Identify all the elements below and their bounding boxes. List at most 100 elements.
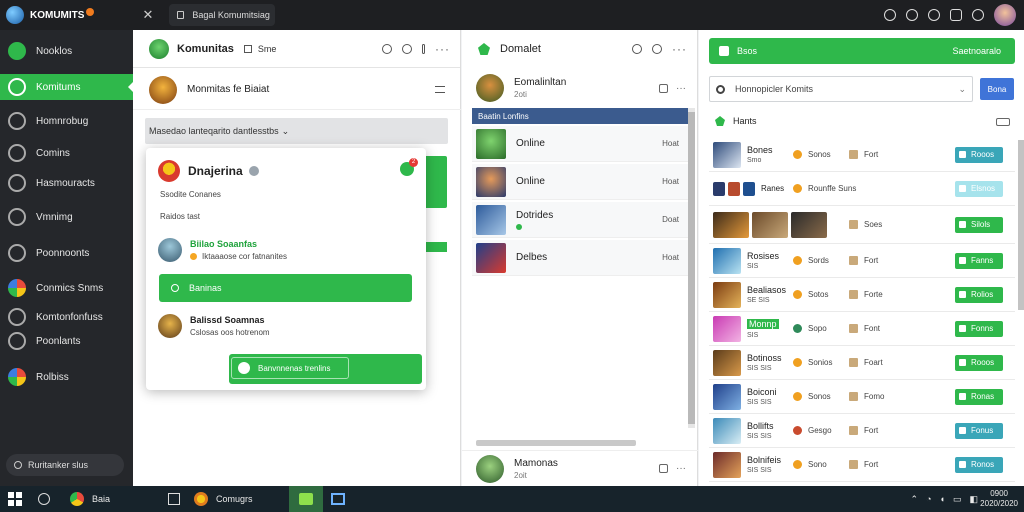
battery-icon[interactable]: ▭ [953, 494, 962, 505]
chat-icon[interactable] [950, 9, 962, 21]
table-row[interactable]: Ranes Rounffe Suns Elsnos [709, 172, 1015, 206]
vertical-scrollbar[interactable] [1018, 140, 1024, 310]
join-button[interactable]: Fanns [955, 252, 1003, 269]
taskbar-app-browser[interactable]: Baia [62, 486, 118, 512]
clock[interactable]: 0900 2020/2020 [980, 489, 1018, 509]
horizontal-scrollbar[interactable] [476, 440, 636, 446]
more-icon[interactable]: ··· [672, 42, 687, 56]
network-icon[interactable]: ◔ [926, 494, 931, 504]
join-button[interactable]: Fonns [955, 320, 1003, 337]
game-category: Sonos [808, 150, 831, 159]
join-button[interactable]: Rooos [955, 354, 1003, 371]
sidebar-item-points[interactable]: Poonnoonts [0, 240, 133, 266]
table-row[interactable]: Bolnifeis SIS SIS Sono Fort Ronos [709, 448, 1015, 482]
list-item[interactable]: Dotrides Doat [472, 202, 689, 238]
green-button-edge[interactable] [423, 156, 447, 208]
sidebar-item-homepage[interactable]: Homnrobug [0, 108, 133, 134]
browser-tab[interactable]: Bagal Komumitsiag [169, 4, 276, 26]
chevron-up-icon[interactable]: ⌃ [911, 494, 919, 505]
link-icon[interactable] [928, 9, 940, 21]
games-header-bar[interactable]: Bsos Saetnoaralo [709, 38, 1015, 64]
user-avatar[interactable] [994, 4, 1016, 26]
title-bar: KOMUMITS ✕ Bagal Komumitsiag [0, 0, 1024, 30]
sidebar-item-viewing[interactable]: Vmnimg [0, 204, 133, 230]
scrollbar-thumb[interactable] [688, 112, 695, 424]
join-button[interactable]: Ronas [955, 388, 1003, 405]
close-tab-icon[interactable]: ✕ [142, 7, 153, 23]
join-button[interactable]: Ronos [955, 456, 1003, 473]
join-button[interactable]: Elsnos [955, 180, 1003, 197]
taskbar-app-window[interactable] [323, 486, 353, 512]
sidebar-item-conferences[interactable]: Komtonfonfuss [0, 304, 133, 330]
search-button[interactable]: Baninas [159, 274, 412, 302]
sidebar-search[interactable]: Ruritanker slus [6, 454, 124, 476]
notification-icon[interactable]: 2 [400, 158, 418, 176]
member-row[interactable]: Balissd Soamnas Cslosas oos hotrenom [158, 314, 270, 338]
vertical-scrollbar[interactable] [688, 108, 695, 428]
list-item[interactable]: Online Hoat [472, 126, 689, 162]
window-icon [330, 493, 345, 505]
game-thumbnails [713, 211, 827, 238]
square-icon[interactable] [659, 83, 668, 93]
notification-icon[interactable] [972, 9, 984, 21]
search-button[interactable]: Bona [980, 78, 1014, 100]
join-button[interactable]: Rooos [955, 146, 1003, 163]
table-row[interactable]: Soes Silols [709, 206, 1015, 244]
sidebar-item-comic-series[interactable]: Conmics Snms [0, 275, 133, 301]
join-button[interactable]: Fonus [955, 422, 1003, 439]
table-row[interactable]: Rosises SIS Sords Fort Fanns [709, 244, 1015, 278]
sidebar-item-news[interactable]: Nooklos [0, 38, 133, 64]
sidebar-item-resources[interactable]: Hasmouracts [0, 170, 133, 196]
member-row[interactable]: Eomalinltan 2oti ··· [462, 70, 698, 106]
send-message-button[interactable]: Banvnnenas trenlins [229, 354, 422, 384]
task-view-icon[interactable] [168, 493, 181, 505]
list-item[interactable]: Online Hoat [472, 164, 689, 200]
table-row[interactable]: Boiconi SIS SIS Sonos Fomo Ronas [709, 380, 1015, 414]
join-button[interactable]: Rolios [955, 286, 1003, 303]
volume-icon[interactable]: ◖ [940, 494, 945, 504]
taskbar-app-communities[interactable]: Comugrs [186, 486, 261, 512]
table-row[interactable]: Monnp SIS Sopo Font Fonns [709, 312, 1015, 346]
table-row[interactable]: Bones Smo Sonos Fort Rooos [709, 138, 1015, 172]
search-input[interactable]: Honnopicler Komits ⌄ [709, 76, 973, 102]
list-item[interactable]: Delbes Hoat [472, 240, 689, 276]
start-icon[interactable] [8, 492, 22, 506]
sidebar-item-communities[interactable]: Komitums [0, 74, 133, 100]
table-row[interactable]: Bollifts SIS SIS Gesgo Fort Fonus [709, 414, 1015, 448]
home-icon[interactable] [906, 9, 918, 21]
game-sub: SIS SIS [747, 399, 772, 406]
language-icon[interactable]: ◧ [969, 494, 978, 505]
view-toggle-icon[interactable] [996, 118, 1010, 126]
more-icon[interactable]: ··· [435, 42, 450, 56]
member-row[interactable]: Biilao Soaanfas Iktaaaose cor fatnanites [158, 238, 287, 262]
join-icon [959, 257, 966, 264]
game-thumbnail [713, 349, 741, 376]
more-icon[interactable]: ··· [676, 83, 686, 94]
mode-icon [849, 358, 858, 367]
sidebar-item-comics[interactable]: Comins [0, 140, 133, 166]
clock-icon[interactable] [884, 9, 896, 21]
info-icon[interactable] [422, 43, 425, 54]
sidebar-item-label: Vmnimg [36, 211, 73, 223]
member-name: Mamonas [514, 457, 558, 469]
menu-icon[interactable] [435, 86, 445, 93]
sidebar-item-plants[interactable]: Poonlants [0, 328, 133, 354]
chat-row[interactable]: Monmitas fe Biaiat [133, 70, 461, 110]
filter-dropdown[interactable]: Masedao lanteqarito dantlesstbs ⌄ [145, 118, 448, 144]
green-button-edge[interactable] [423, 242, 447, 252]
table-row[interactable]: Bealiasos SE SIS Sotos Forte Rolios [709, 278, 1015, 312]
more-icon[interactable]: ··· [676, 463, 686, 474]
link-icon[interactable] [632, 44, 642, 54]
table-row[interactable]: Botinoss SIS SIS Sonios Foart Rooos [709, 346, 1015, 380]
search-icon[interactable] [38, 493, 50, 505]
sidebar-item-roblox[interactable]: Rolbiss [0, 364, 133, 390]
clock-icon[interactable] [652, 44, 662, 54]
join-button[interactable]: Silols [955, 216, 1003, 233]
members-header: Domalet ··· [462, 30, 697, 68]
game-thumbnail [713, 383, 741, 410]
square-icon[interactable] [659, 464, 668, 473]
taskbar-app-game[interactable] [288, 486, 323, 512]
emoji-icon[interactable] [402, 43, 412, 54]
member-row[interactable]: Mamonas 2oit ··· [462, 450, 698, 486]
link-icon[interactable] [382, 43, 392, 54]
